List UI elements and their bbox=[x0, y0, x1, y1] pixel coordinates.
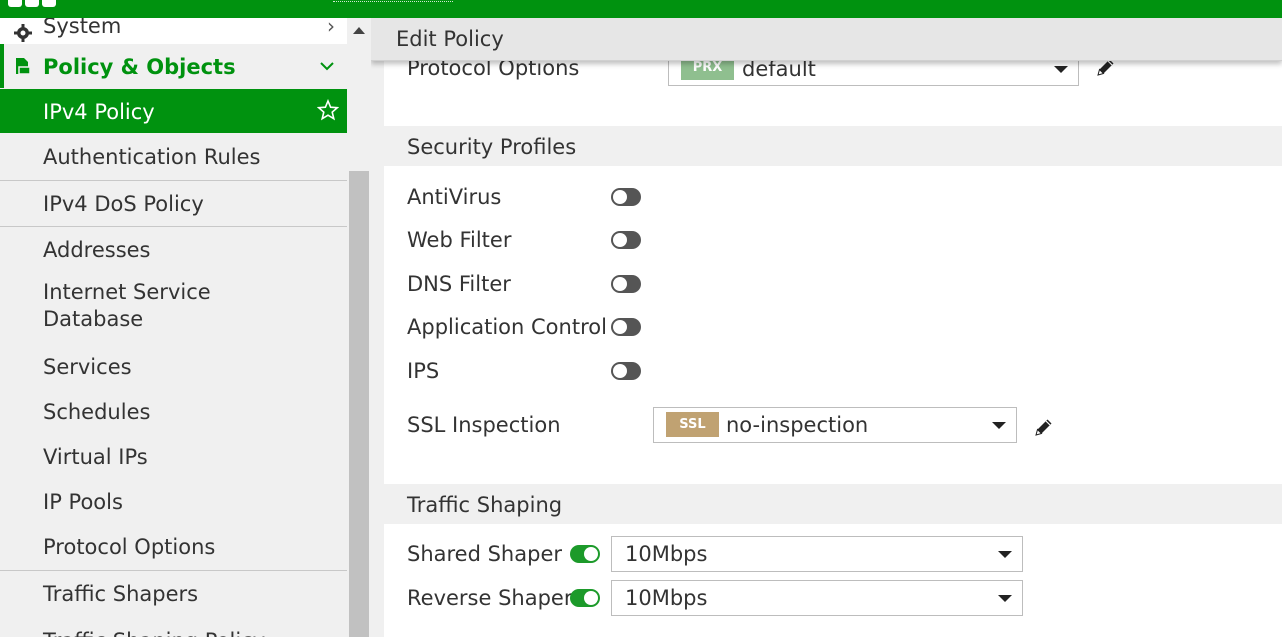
toggle-knob bbox=[584, 591, 598, 605]
sidebar-item-authentication-rules[interactable]: Authentication Rules bbox=[0, 134, 347, 179]
scrollbar-thumb[interactable] bbox=[349, 171, 369, 637]
sidebar-item-ipv4-dos-policy[interactable]: IPv4 DoS Policy bbox=[0, 181, 347, 226]
toggle-knob bbox=[584, 547, 598, 561]
toggle-knob bbox=[613, 320, 627, 334]
caret-down-icon bbox=[998, 551, 1012, 558]
scroll-up-arrow-icon[interactable] bbox=[353, 27, 365, 34]
caret-down-icon bbox=[998, 595, 1012, 602]
sidebar-item-label: IPv4 DoS Policy bbox=[43, 192, 204, 216]
fortinet-logo[interactable] bbox=[8, 0, 56, 7]
ips-toggle[interactable] bbox=[611, 362, 641, 380]
toggle-knob bbox=[613, 277, 627, 291]
ssl-inspection-select[interactable]: SSL no-inspection bbox=[653, 407, 1017, 443]
sidebar-item-label: Services bbox=[43, 355, 132, 379]
sidebar-item-label: Internet Service bbox=[43, 280, 211, 304]
topbar-divider bbox=[333, 1, 453, 4]
sidebar-item-label: Database bbox=[43, 307, 144, 331]
chevron-down-icon bbox=[320, 62, 334, 71]
active-group-indicator bbox=[0, 44, 4, 88]
sidebar-item-label: System bbox=[43, 18, 122, 38]
caret-down-icon bbox=[992, 422, 1006, 429]
ssl-inspection-label: SSL Inspection bbox=[407, 413, 561, 437]
web-filter-label: Web Filter bbox=[407, 228, 512, 252]
reverse-shaper-select[interactable]: 10Mbps bbox=[611, 580, 1023, 616]
sidebar-item-label: Authentication Rules bbox=[43, 145, 261, 169]
application-control-label: Application Control bbox=[407, 315, 607, 339]
ips-label: IPS bbox=[407, 359, 440, 383]
sidebar-item-protocol-options[interactable]: Protocol Options bbox=[0, 524, 347, 569]
security-profiles-section-header: Security Profiles bbox=[384, 126, 1282, 166]
sidebar-item-services[interactable]: Services bbox=[0, 344, 347, 389]
antivirus-label: AntiVirus bbox=[407, 185, 502, 209]
sidebar-item-label: IPv4 Policy bbox=[43, 100, 155, 124]
section-title: Traffic Shaping bbox=[407, 493, 563, 517]
shared-shaper-value: 10Mbps bbox=[625, 542, 708, 566]
policy-objects-icon bbox=[16, 58, 31, 75]
dns-filter-toggle[interactable] bbox=[611, 275, 641, 293]
sidebar-item-internet-service-database[interactable]: Internet Service Database bbox=[0, 274, 347, 340]
sidebar-item-virtual-ips[interactable]: Virtual IPs bbox=[0, 434, 347, 479]
page-title: Edit Policy bbox=[396, 27, 504, 51]
shared-shaper-label: Shared Shaper bbox=[407, 542, 562, 566]
sidebar-scrollbar[interactable] bbox=[347, 18, 371, 637]
sidebar-item-ipv4-policy[interactable]: IPv4 Policy bbox=[0, 89, 347, 133]
sidebar-group-policy-objects[interactable]: Policy & Objects bbox=[0, 44, 347, 88]
sidebar-item-traffic-shaping-policy[interactable]: Traffic Shaping Policy bbox=[0, 618, 347, 637]
toggle-knob bbox=[613, 190, 627, 204]
reverse-shaper-toggle[interactable] bbox=[570, 589, 600, 607]
sidebar-item-label: Addresses bbox=[43, 238, 151, 262]
sidebar-item-ip-pools[interactable]: IP Pools bbox=[0, 479, 347, 524]
section-title: Security Profiles bbox=[407, 135, 577, 159]
sidebar-item-label: Traffic Shapers bbox=[43, 582, 199, 606]
antivirus-toggle[interactable] bbox=[611, 188, 641, 206]
ssl-inspection-value: no-inspection bbox=[726, 413, 869, 437]
toggle-knob bbox=[613, 364, 627, 378]
shared-shaper-toggle[interactable] bbox=[570, 545, 600, 563]
reverse-shaper-value: 10Mbps bbox=[625, 586, 708, 610]
sidebar-item-addresses[interactable]: Addresses bbox=[0, 227, 347, 272]
chevron-right-icon: › bbox=[327, 18, 335, 38]
edit-policy-header: Edit Policy bbox=[371, 18, 1282, 61]
toggle-knob bbox=[613, 233, 627, 247]
main-content: Edit Policy Protocol Options PRX default… bbox=[371, 18, 1282, 637]
sidebar-item-label: Traffic Shaping Policy bbox=[43, 618, 265, 637]
sidebar-item-system[interactable]: System › bbox=[0, 18, 347, 44]
sidebar-item-label: IP Pools bbox=[43, 490, 123, 514]
sidebar-item-label: Virtual IPs bbox=[43, 445, 148, 469]
sidebar: System › Policy & Objects IPv4 Policy Au… bbox=[0, 18, 347, 637]
sidebar-group-label: Policy & Objects bbox=[43, 55, 236, 79]
dns-filter-label: DNS Filter bbox=[407, 272, 511, 296]
star-icon[interactable] bbox=[317, 99, 339, 121]
ssl-badge: SSL bbox=[666, 412, 719, 437]
gear-icon bbox=[14, 24, 32, 42]
application-control-toggle[interactable] bbox=[611, 318, 641, 336]
top-bar bbox=[0, 0, 1282, 18]
sidebar-item-label: Protocol Options bbox=[43, 535, 216, 559]
sidebar-item-label: Schedules bbox=[43, 400, 151, 424]
caret-down-icon bbox=[1054, 66, 1068, 73]
reverse-shaper-label: Reverse Shaper bbox=[407, 586, 573, 610]
traffic-shaping-section-header: Traffic Shaping bbox=[384, 484, 1282, 524]
shared-shaper-select[interactable]: 10Mbps bbox=[611, 536, 1023, 572]
sidebar-item-schedules[interactable]: Schedules bbox=[0, 389, 347, 434]
pencil-icon[interactable] bbox=[1033, 416, 1055, 438]
sidebar-item-traffic-shapers[interactable]: Traffic Shapers bbox=[0, 571, 347, 616]
web-filter-toggle[interactable] bbox=[611, 231, 641, 249]
